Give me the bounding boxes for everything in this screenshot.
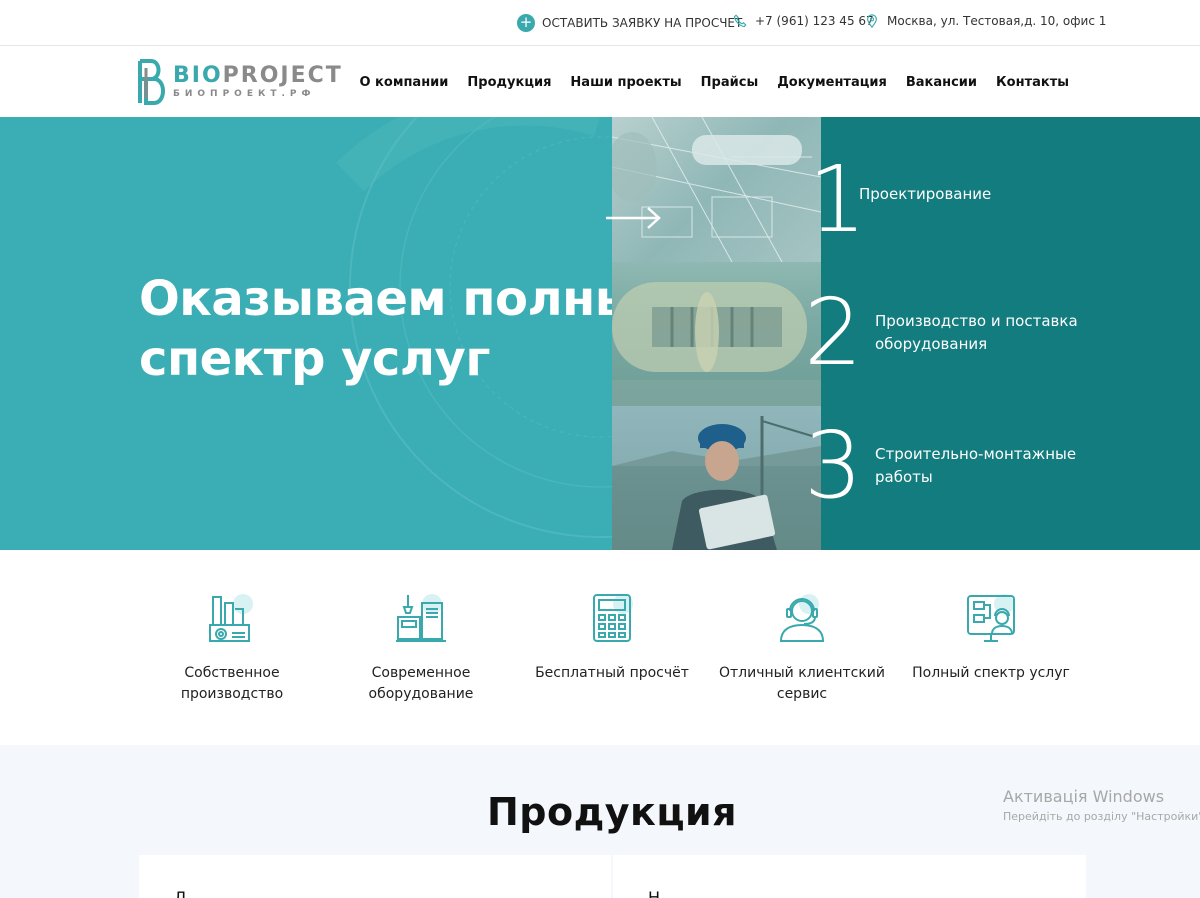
plus-circle-icon: + xyxy=(517,14,535,32)
blueprints-photo xyxy=(612,117,821,262)
request-estimate-label: ОСТАВИТЬ ЗАЯВКУ НА ПРОСЧЕТ xyxy=(542,16,743,30)
step-3: 3 Строительно-монтажные работы xyxy=(804,420,1076,512)
location-pin-icon xyxy=(867,14,877,28)
nav-item-documentation[interactable]: Документация xyxy=(777,75,887,90)
step-number: 1 xyxy=(808,146,867,253)
phone-number: +7 (961) 123 45 67 xyxy=(755,14,874,28)
product-card[interactable]: Н xyxy=(613,855,1086,898)
factory-icon xyxy=(209,594,253,642)
nav-item-prices[interactable]: Прайсы xyxy=(701,75,759,90)
hero-photo-column xyxy=(612,117,821,550)
step-label: Производство и поставка оборудования xyxy=(875,312,1078,353)
hero-title: Оказываем полный спектр услуг xyxy=(139,271,612,387)
nav-item-about[interactable]: О компании xyxy=(359,75,448,90)
step-number: 3 xyxy=(804,412,863,519)
feature-free-estimate: Бесплатный просчёт xyxy=(517,591,707,684)
address: Москва, ул. Тестовая,д. 10, офис 1 xyxy=(865,14,1106,28)
nav-item-contacts[interactable]: Контакты xyxy=(996,75,1069,90)
hero-left-panel: Оказываем полный спектр услуг xyxy=(0,117,612,550)
request-estimate-link[interactable]: + ОСТАВИТЬ ЗАЯВКУ НА ПРОСЧЕТ xyxy=(517,14,742,32)
step-label: Проектирование xyxy=(859,184,992,203)
features-section: Собственное производство Современное обо… xyxy=(0,550,1200,745)
logo-wordmark: BIOPROJECT xyxy=(173,63,343,88)
engineer-blueprint-icon xyxy=(967,594,1015,642)
equipment-photo xyxy=(612,262,821,406)
headset-operator-icon xyxy=(779,594,825,642)
hero-section: Оказываем полный спектр услуг xyxy=(0,117,1200,550)
step-number: 2 xyxy=(804,279,863,386)
feature-full-services: Полный спектр услуг xyxy=(896,591,1086,684)
calculator-icon xyxy=(593,594,633,642)
product-card-title: Н xyxy=(648,888,661,898)
engineer-photo xyxy=(612,406,821,550)
site-header: BIOPROJECT БИОПРОЕКТ.РФ О компании Проду… xyxy=(0,46,1200,117)
nav-item-products[interactable]: Продукция xyxy=(467,75,551,90)
product-card-title: Л xyxy=(174,888,187,898)
nav-item-projects[interactable]: Наши проекты xyxy=(570,75,681,90)
product-card[interactable]: Л xyxy=(139,855,611,898)
logo[interactable]: BIOPROJECT БИОПРОЕКТ.РФ xyxy=(137,57,352,107)
step-1: 1 Проектирование xyxy=(808,154,991,246)
arrow-right-icon xyxy=(606,207,661,229)
logo-subtitle: БИОПРОЕКТ.РФ xyxy=(173,89,316,99)
windows-activation-watermark: Активація Windows Перейдіть до розділу "… xyxy=(1003,787,1200,823)
equipment-icon xyxy=(396,594,446,642)
address-text: Москва, ул. Тестовая,д. 10, офис 1 xyxy=(887,14,1107,28)
main-nav: О компании Продукция Наши проекты Прайсы… xyxy=(359,75,1069,90)
feature-modern-equipment: Современное оборудование xyxy=(326,591,516,705)
phone-icon xyxy=(733,14,747,28)
logo-mark-icon xyxy=(138,59,165,105)
top-bar: + ОСТАВИТЬ ЗАЯВКУ НА ПРОСЧЕТ +7 (961) 12… xyxy=(0,0,1200,46)
nav-item-vacancies[interactable]: Вакансии xyxy=(906,75,977,90)
step-2: 2 Производство и поставка оборудования xyxy=(804,287,1078,379)
feature-client-service: Отличный клиентский сервис xyxy=(707,591,897,705)
feature-own-production: Собственное производство xyxy=(137,591,327,705)
phone-link[interactable]: +7 (961) 123 45 67 xyxy=(733,14,874,28)
step-label: Строительно-монтажные работы xyxy=(875,445,1077,486)
